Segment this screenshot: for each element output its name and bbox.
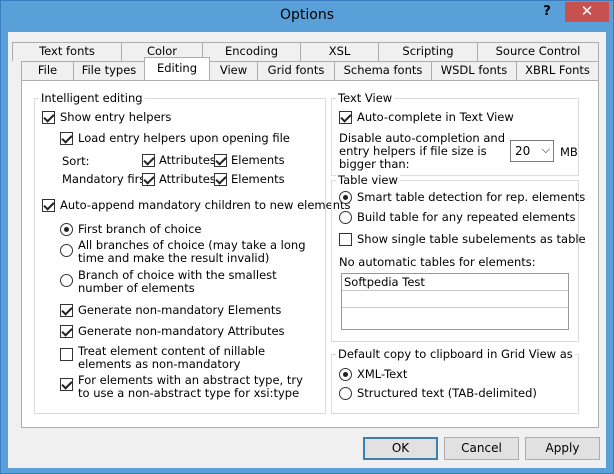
no-auto-tables-label: No automatic tables for elements: — [339, 255, 536, 269]
close-button[interactable]: ✕ — [565, 2, 609, 22]
file-size-unit: MB — [560, 145, 578, 159]
abstract-type-checkbox[interactable] — [60, 378, 73, 391]
mandatory-first-label: Mandatory first: — [62, 172, 154, 186]
tab-xbrl-fonts[interactable]: XBRL Fonts — [516, 61, 599, 80]
tab-text-fonts[interactable]: Text fonts — [12, 42, 122, 61]
chevron-down-icon: ⌵ — [541, 143, 550, 156]
auto-complete-checkbox[interactable] — [339, 111, 352, 124]
no-auto-tables-list[interactable]: Softpedia Test — [341, 273, 569, 330]
xml-text-radio[interactable] — [339, 368, 352, 381]
smart-detection-label: Smart table detection for rep. elements — [357, 190, 586, 204]
list-item[interactable] — [342, 308, 568, 325]
sort-attributes-checkbox[interactable] — [142, 154, 155, 167]
tab-source-control[interactable]: Source Control — [477, 42, 599, 61]
tab-grid-fonts[interactable]: Grid fonts — [257, 61, 335, 80]
build-any-radio[interactable] — [339, 211, 352, 224]
table-view-legend: Table view — [336, 173, 400, 187]
nillable-label: Treat element content of nillable elemen… — [78, 344, 266, 371]
nillable-checkbox[interactable] — [60, 348, 73, 361]
tab-schema-fonts[interactable]: Schema fonts — [334, 61, 432, 80]
structured-text-label: Structured text (TAB-delimited) — [357, 386, 537, 400]
smallest-branch-radio[interactable] — [60, 274, 73, 287]
tab-scripting[interactable]: Scripting — [378, 42, 478, 61]
smallest-branch-label: Branch of choice with the smallest numbe… — [78, 268, 277, 295]
build-any-label: Build table for any repeated elements — [357, 210, 576, 224]
window-title: Options — [279, 7, 335, 23]
auto-append-checkbox[interactable] — [42, 199, 55, 212]
mandatory-attributes-checkbox[interactable] — [142, 173, 155, 186]
list-item[interactable] — [342, 291, 568, 308]
gen-attributes-label: Generate non-mandatory Attributes — [78, 324, 285, 338]
sort-elements-label: Elements — [231, 153, 285, 167]
mandatory-elements-checkbox[interactable] — [214, 173, 227, 186]
tab-file-types[interactable]: File types — [73, 61, 145, 80]
mandatory-elements-label: Elements — [231, 172, 285, 186]
cancel-button[interactable]: Cancel — [444, 437, 519, 460]
tab-file[interactable]: File — [21, 61, 74, 80]
all-branches-label: All branches of choice (may take a long … — [78, 238, 306, 265]
list-item[interactable]: Softpedia Test — [342, 274, 568, 291]
auto-complete-label: Auto-complete in Text View — [357, 110, 514, 124]
clipboard-group — [331, 354, 579, 414]
tab-view[interactable]: View — [209, 61, 258, 80]
intelligent-editing-legend: Intelligent editing — [39, 91, 145, 105]
smart-detection-radio[interactable] — [339, 191, 352, 204]
apply-button[interactable]: Apply — [525, 437, 600, 460]
ok-button[interactable]: OK — [363, 437, 438, 460]
gen-elements-label: Generate non-mandatory Elements — [78, 303, 282, 317]
title-bar: Options ? ✕ — [1, 1, 613, 32]
sort-elements-checkbox[interactable] — [214, 154, 227, 167]
abstract-type-label: For elements with an abstract type, try … — [78, 373, 303, 400]
tab-wsdl-fonts[interactable]: WSDL fonts — [431, 61, 517, 80]
all-branches-radio[interactable] — [60, 244, 73, 257]
xml-text-label: XML-Text — [357, 367, 408, 381]
show-entry-helpers-label: Show entry helpers — [60, 110, 172, 124]
file-size-select[interactable]: 20 ⌵ — [510, 140, 554, 162]
show-single-checkbox[interactable] — [339, 233, 352, 246]
sort-attributes-label: Attributes — [159, 153, 216, 167]
show-entry-helpers-checkbox[interactable] — [42, 111, 55, 124]
load-entry-helpers-checkbox[interactable] — [60, 132, 73, 145]
first-branch-label: First branch of choice — [78, 222, 202, 236]
auto-append-label: Auto-append mandatory children to new el… — [60, 198, 351, 212]
text-view-legend: Text View — [336, 91, 395, 105]
options-window: Options ? ✕ Text fonts Color Encoding XS… — [0, 0, 614, 474]
file-size-value: 20 — [515, 144, 531, 158]
disable-autocomplete-text: Disable auto-completion and entry helper… — [339, 131, 506, 171]
tab-encoding[interactable]: Encoding — [202, 42, 301, 61]
tab-xsl[interactable]: XSL — [300, 42, 379, 61]
first-branch-radio[interactable] — [60, 223, 73, 236]
load-entry-helpers-label: Load entry helpers upon opening file — [78, 131, 290, 145]
tab-editing[interactable]: Editing — [144, 57, 210, 80]
mandatory-attributes-label: Attributes — [159, 172, 216, 186]
sort-label: Sort: — [62, 154, 90, 168]
editing-panel: Intelligent editing Show entry helpers L… — [21, 80, 599, 428]
help-button[interactable]: ? — [537, 2, 557, 22]
clipboard-legend: Default copy to clipboard in Grid View a… — [336, 347, 575, 361]
show-single-label: Show single table subelements as table — [357, 232, 586, 246]
gen-elements-checkbox[interactable] — [60, 304, 73, 317]
structured-text-radio[interactable] — [339, 387, 352, 400]
gen-attributes-checkbox[interactable] — [60, 325, 73, 338]
